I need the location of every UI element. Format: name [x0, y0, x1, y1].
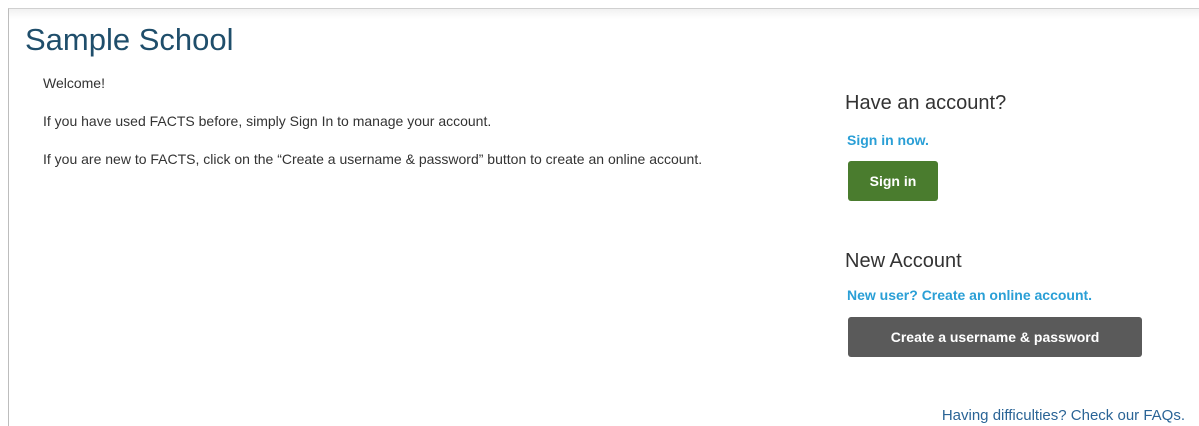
create-account-link[interactable]: New user? Create an online account. [847, 286, 1199, 304]
existing-account-heading: Have an account? [845, 92, 1007, 114]
sign-in-now-link[interactable]: Sign in now. [847, 131, 1199, 149]
faq-link[interactable]: Having difficulties? Check our FAQs. [942, 407, 1185, 424]
new-account-section: New Account New user? Create an online a… [845, 249, 1199, 357]
welcome-text: Welcome! [43, 75, 105, 91]
sign-in-button[interactable]: Sign in [848, 161, 938, 201]
create-username-password-button[interactable]: Create a username & password [848, 317, 1142, 357]
new-account-heading: New Account [845, 250, 962, 272]
account-sidebar: Have an account? Sign in now. Sign in Ne… [845, 91, 1199, 357]
existing-account-section: Have an account? Sign in now. Sign in [845, 91, 1199, 201]
content-panel: Sample School Welcome! If you have used … [8, 8, 1199, 426]
returning-user-message: If you have used FACTS before, simply Si… [43, 113, 492, 129]
top-shade [9, 9, 1199, 19]
new-user-message: If you are new to FACTS, click on the “C… [43, 151, 703, 167]
page-title: Sample School [25, 22, 234, 57]
intro-text: Welcome! If you have used FACTS before, … [43, 74, 803, 188]
